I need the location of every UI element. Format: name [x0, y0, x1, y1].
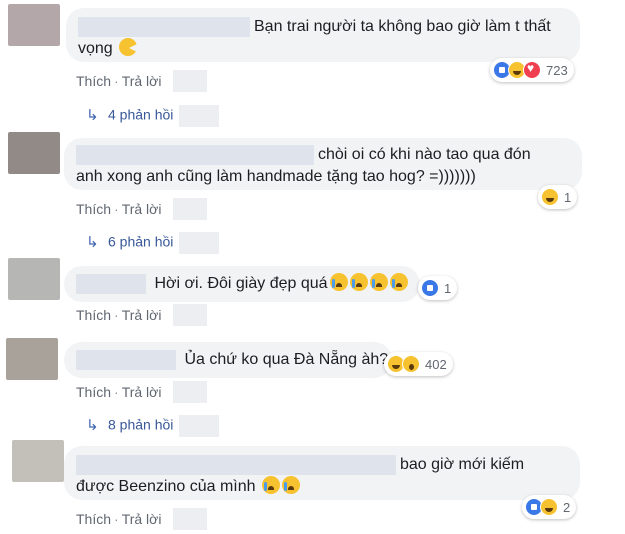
comment-text-line: Hời ơi. Đôi giày đẹp quá [76, 273, 408, 295]
wow-reaction-icon [402, 355, 420, 373]
reaction-summary[interactable]: 1 [418, 276, 458, 300]
crying-emoji-icon [281, 476, 300, 494]
like-link[interactable]: Thích [76, 511, 111, 527]
avatar[interactable] [6, 338, 58, 380]
like-link[interactable]: Thích [76, 201, 111, 217]
reply-arrow-icon: ↳ [86, 233, 99, 251]
redacted-timestamp [173, 304, 208, 326]
reply-arrow-icon: ↳ [86, 106, 99, 124]
like-reaction-icon [421, 279, 439, 297]
redacted-username[interactable] [76, 349, 176, 370]
view-replies-link[interactable]: ↳ 6 phản hồi [86, 232, 220, 254]
redacted-username[interactable] [76, 454, 396, 475]
redacted-username[interactable] [76, 144, 314, 165]
comment-text-line: được Beenzino của mình [76, 476, 568, 498]
avatar[interactable] [8, 132, 60, 174]
like-link[interactable]: Thích [76, 73, 111, 89]
reply-link[interactable]: Trả lời [122, 307, 162, 323]
comment-actions: Thích · Trả lời [76, 381, 208, 403]
like-link[interactable]: Thích [76, 384, 111, 400]
crying-emoji-icon [369, 273, 388, 291]
comment-bubble: chòi oi có khi nào tao qua đón anh xong … [64, 138, 582, 190]
reaction-count: 2 [563, 499, 571, 515]
comment-bubble: bao giờ mới kiếm được Beenzino của mình [64, 446, 580, 500]
reaction-summary[interactable]: 402 [384, 352, 453, 376]
redacted-username[interactable] [76, 273, 146, 294]
reaction-count: 723 [546, 62, 568, 78]
reaction-count: 402 [425, 356, 447, 372]
comment-actions: Thích · Trả lời [76, 508, 208, 530]
redacted-timestamp [173, 198, 208, 220]
redacted-block [179, 105, 220, 127]
haha-reaction-icon [540, 498, 558, 516]
comment-text-line: chòi oi có khi nào tao qua đón [76, 144, 570, 166]
avatar[interactable] [12, 440, 64, 482]
crying-emoji-icon [329, 273, 348, 291]
reaction-summary[interactable]: 1 [538, 185, 578, 209]
crying-emoji-icon [389, 273, 408, 291]
reply-arrow-icon: ↳ [86, 416, 99, 434]
redacted-timestamp [173, 508, 208, 530]
comment-text-line: anh xong anh cũng làm handmade tặng tao … [76, 168, 476, 185]
redacted-username[interactable] [78, 16, 250, 37]
comment-text-line: Bạn trai người ta không bao giờ làm t th… [78, 16, 568, 38]
reaction-count: 1 [564, 189, 572, 205]
comment-actions: Thích · Trả lời [76, 70, 208, 92]
comment-bubble: Hời ơi. Đôi giày đẹp quá [64, 266, 420, 302]
comment-bubble: Ủa chứ ko qua Đà Nẵng àh? [64, 342, 392, 378]
reply-link[interactable]: Trả lời [122, 384, 162, 400]
love-reaction-icon [523, 61, 541, 79]
redacted-timestamp [173, 381, 208, 403]
comment-text-line: Ủa chứ ko qua Đà Nẵng àh? [76, 349, 388, 371]
comment-bubble: Bạn trai người ta không bao giờ làm t th… [66, 8, 580, 62]
comment-actions: Thích · Trả lời [76, 198, 208, 220]
reply-link[interactable]: Trả lời [122, 201, 162, 217]
reaction-count: 1 [444, 280, 452, 296]
view-replies-link[interactable]: ↳ 4 phản hồi [86, 105, 220, 127]
like-link[interactable]: Thích [76, 307, 111, 323]
pacman-emoji-icon [119, 38, 138, 56]
avatar[interactable] [8, 4, 60, 46]
avatar[interactable] [8, 258, 60, 300]
reaction-summary[interactable]: 2 [522, 495, 577, 519]
view-replies-link[interactable]: ↳ 8 phản hồi [86, 415, 220, 437]
comment-text-line: bao giờ mới kiếm [76, 454, 568, 476]
haha-reaction-icon [541, 188, 559, 206]
redacted-timestamp [173, 70, 208, 92]
redacted-block [179, 415, 220, 437]
reply-link[interactable]: Trả lời [122, 511, 162, 527]
reply-link[interactable]: Trả lời [122, 73, 162, 89]
comment-actions: Thích · Trả lời [76, 304, 208, 326]
crying-emoji-icon [349, 273, 368, 291]
comment-text-line: vọng [78, 38, 568, 60]
reaction-summary[interactable]: 723 [490, 58, 574, 82]
redacted-block [179, 232, 220, 254]
crying-emoji-icon [261, 476, 280, 494]
